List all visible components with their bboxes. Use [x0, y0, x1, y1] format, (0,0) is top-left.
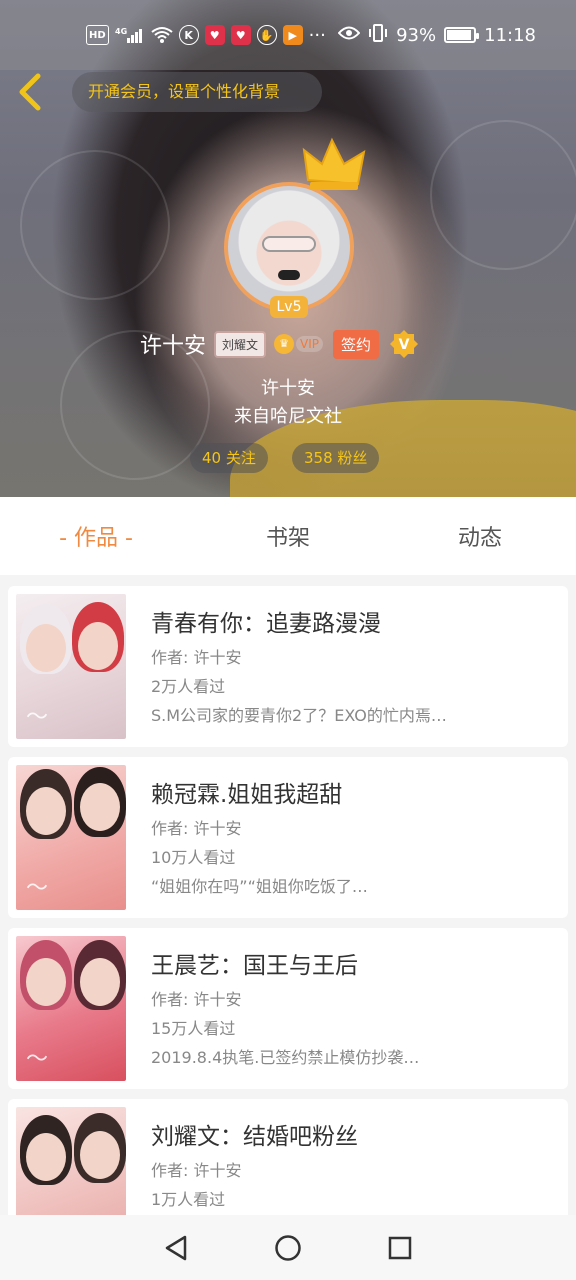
fans-count-button[interactable]: 358 粉丝	[292, 443, 380, 473]
crown-small-icon: ♛	[274, 334, 295, 354]
vip-background-banner[interactable]: 开通会员，设置个性化背景	[72, 72, 322, 112]
nav-back-button[interactable]	[161, 1233, 191, 1263]
tab-works[interactable]: - 作品 -	[0, 520, 192, 552]
cover-art	[26, 958, 66, 1006]
network-type-label: 4G	[115, 27, 127, 36]
cover-art	[26, 787, 66, 835]
author-name: 许十安	[261, 378, 315, 399]
cover-art	[78, 622, 118, 670]
cover-art	[80, 958, 120, 1006]
k-app-icon: K	[178, 25, 199, 45]
cover-art	[26, 624, 66, 672]
fan-tag[interactable]: 刘耀文	[216, 332, 265, 356]
book-title[interactable]: 赖冠霖.姐姐我超甜	[151, 775, 342, 809]
more-notifications-icon: ···	[308, 24, 326, 46]
book-list: 〜 青春有你：追妻路漫漫 作者: 许十安 2万人看过 S.M公司家的要青你2了？…	[8, 586, 568, 1270]
avatar-container[interactable]	[224, 182, 354, 312]
name-row: 许十安 刘耀文 ♛ VIP 签约 V	[140, 326, 419, 362]
cover-title-art: 〜	[26, 876, 48, 901]
user-name: 许十安	[140, 334, 207, 359]
author-organization: 来自哈尼文社	[234, 406, 342, 427]
book-title[interactable]: 刘耀文：结婚吧粉丝	[151, 1117, 358, 1151]
book-author: 作者: 许十安	[151, 819, 242, 838]
tab-activity[interactable]: 动态	[384, 520, 576, 552]
system-navigation-bar	[0, 1215, 576, 1280]
heart-app-icon: ♥	[204, 25, 225, 45]
hand-app-icon: ✋	[256, 25, 277, 45]
verified-v-icon[interactable]: V	[389, 329, 419, 359]
wallpaper-pattern	[430, 120, 576, 270]
book-intro: 2019.8.4执笔.已签约禁止模仿抄袭…	[151, 1048, 420, 1067]
wallpaper-pattern	[20, 150, 170, 300]
heart-app-icon: ♥	[230, 25, 251, 45]
vibrate-icon	[368, 23, 388, 48]
book-views: 2万人看过	[151, 677, 226, 696]
profile-tabs: - 作品 - 书架 动态	[0, 497, 576, 575]
status-bar-left: HD 4G K ♥ ♥ ✋ ▶ ···	[86, 25, 338, 46]
book-card[interactable]: 〜 赖冠霖.姐姐我超甜 作者: 许十安 10万人看过 “姐姐你在吗”“姐姐你吃饭…	[8, 757, 568, 918]
book-title[interactable]: 青春有你：追妻路漫漫	[151, 604, 381, 638]
vip-badge[interactable]: ♛ VIP	[274, 334, 324, 354]
book-intro: S.M公司家的要青你2了？EXO的忙内焉…	[151, 706, 447, 725]
following-count-button[interactable]: 40 关注	[190, 443, 268, 473]
wifi-icon	[151, 25, 173, 45]
avatar-detail	[278, 270, 300, 280]
crown-icon	[302, 137, 366, 190]
book-card[interactable]: 〜 王晨艺：国王与王后 作者: 许十安 15万人看过 2019.8.4执笔.已签…	[8, 928, 568, 1089]
battery-percent: 93%	[396, 24, 437, 46]
book-author: 作者: 许十安	[151, 1161, 242, 1180]
status-bar-right: 93% 11:18	[337, 23, 536, 48]
triangle-back-icon	[165, 1235, 187, 1260]
book-cover[interactable]: 〜	[16, 765, 126, 910]
book-author: 作者: 许十安	[151, 990, 242, 1009]
nav-home-button[interactable]	[273, 1233, 303, 1263]
chevron-left-icon	[19, 73, 41, 111]
battery-icon	[444, 27, 480, 43]
hd-icon: HD	[86, 25, 109, 45]
book-intro: “姐姐你在吗”“姐姐你吃饭了…	[151, 877, 368, 896]
clock: 11:18	[484, 24, 536, 46]
battery-level	[447, 30, 472, 40]
signed-badge[interactable]: 签约	[333, 329, 380, 359]
book-author: 作者: 许十安	[151, 648, 242, 667]
avatar-detail	[262, 236, 316, 252]
vip-label: VIP	[296, 336, 324, 352]
cover-title-art: 〜	[26, 1047, 48, 1072]
back-button[interactable]	[14, 72, 50, 112]
tab-bookshelf[interactable]: 书架	[192, 520, 384, 552]
book-title[interactable]: 王晨艺：国王与王后	[151, 946, 358, 980]
circle-home-icon	[275, 1234, 301, 1261]
cover-title-art: 〜	[26, 705, 48, 730]
book-views: 15万人看过	[151, 1019, 236, 1038]
eye-icon	[337, 25, 361, 46]
nav-recents-button[interactable]	[385, 1233, 415, 1263]
level-badge: Lv5	[270, 296, 308, 318]
cover-art	[26, 1133, 66, 1181]
avatar[interactable]	[224, 182, 354, 312]
book-cover[interactable]: 〜	[16, 936, 126, 1081]
cover-art	[80, 1131, 120, 1179]
book-cover[interactable]: 〜	[16, 594, 126, 739]
play-app-icon: ▶	[282, 25, 303, 45]
verified-v-label: V	[399, 337, 410, 353]
book-card[interactable]: 〜 青春有你：追妻路漫漫 作者: 许十安 2万人看过 S.M公司家的要青你2了？…	[8, 586, 568, 747]
square-recents-icon	[388, 1236, 412, 1259]
cover-art	[80, 783, 120, 831]
status-bar: HD 4G K ♥ ♥ ✋ ▶ ··· 93% 11:18	[0, 0, 576, 70]
signal-icon: 4G	[115, 25, 145, 45]
book-views: 1万人看过	[151, 1190, 226, 1209]
book-views: 10万人看过	[151, 848, 236, 867]
